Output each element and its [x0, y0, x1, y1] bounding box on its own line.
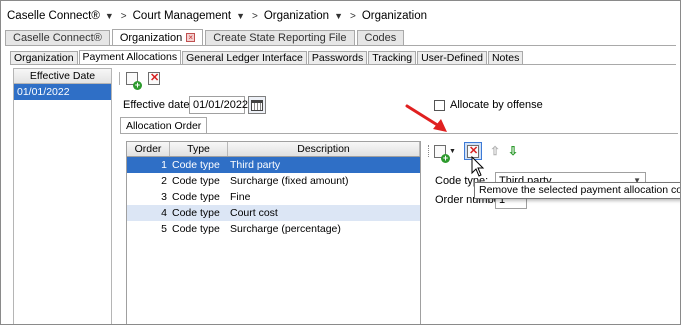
divider — [5, 45, 676, 46]
tab-allocation-order[interactable]: Allocation Order — [120, 117, 208, 134]
add-effective-date-button[interactable] — [124, 70, 142, 90]
cell-type: Code type — [172, 191, 220, 203]
chevron-down-icon[interactable]: ▼ — [449, 148, 456, 155]
cell-order: 4 — [161, 207, 167, 219]
move-down-icon[interactable]: ⇩ — [508, 142, 518, 160]
table-row[interactable]: 5 Code type Surcharge (percentage) — [127, 221, 420, 237]
cell-description: Court cost — [230, 207, 278, 219]
breadcrumb-item-organization[interactable]: Organization — [262, 10, 331, 22]
column-header-type[interactable]: Type — [170, 142, 228, 156]
breadcrumb-item-caselle-connect[interactable]: Caselle Connect® — [5, 10, 102, 22]
breadcrumb-separator: > — [349, 10, 356, 22]
tab-tracking[interactable]: Tracking — [368, 51, 417, 65]
tab-create-state-reporting-file[interactable]: Create State Reporting File — [205, 30, 355, 45]
tab-organization[interactable]: Organization × — [111, 29, 204, 45]
outer-tab-bar: Caselle Connect® Organization × Create St… — [5, 29, 406, 45]
cell-description: Fine — [230, 191, 251, 203]
cell-order: 5 — [161, 223, 167, 235]
table-row[interactable]: 2 Code type Surcharge (fixed amount) — [127, 173, 420, 189]
toolbar-separator — [119, 71, 120, 85]
tab-user-defined[interactable]: User-Defined — [417, 51, 487, 65]
cell-description: Surcharge (fixed amount) — [230, 175, 349, 187]
tab-passwords[interactable]: Passwords — [307, 51, 368, 65]
grid-header: Order Type Description — [127, 142, 420, 157]
tab-label: Organization — [119, 31, 183, 44]
divider — [120, 133, 678, 134]
cell-order: 3 — [161, 191, 167, 203]
column-header-description[interactable]: Description — [228, 142, 420, 156]
tab-codes[interactable]: Codes — [356, 30, 405, 45]
tab-organization-info[interactable]: Organization — [10, 51, 78, 65]
table-row[interactable]: 4 Code type Court cost — [127, 205, 420, 221]
mouse-cursor-icon — [471, 156, 485, 177]
tab-caselle-connect[interactable]: Caselle Connect® — [5, 30, 110, 45]
toolbar-grip — [428, 145, 430, 157]
allocation-grid: Order Type Description 1 Code type Third… — [126, 141, 421, 324]
effective-date-header: Effective Date — [14, 69, 111, 84]
cell-order: 1 — [161, 159, 167, 171]
tab-close-icon[interactable]: × — [186, 33, 196, 42]
cell-description: Third party — [230, 159, 281, 171]
table-row[interactable]: 3 Code type Fine — [127, 189, 420, 205]
column-header-order[interactable]: Order — [127, 142, 170, 156]
cell-type: Code type — [172, 207, 220, 219]
effective-date-input[interactable]: 01/01/2022 — [189, 96, 248, 114]
move-up-icon[interactable]: ⇧ — [490, 142, 500, 160]
tab-notes[interactable]: Notes — [487, 51, 524, 65]
chevron-down-icon[interactable]: ▼ — [102, 11, 117, 21]
breadcrumb: Caselle Connect® ▼ > Court Management ▼ … — [5, 7, 429, 25]
add-allocation-button[interactable]: ▼ — [434, 142, 456, 163]
inner-tab-bar: Organization Payment Allocations General… — [10, 50, 524, 65]
table-row[interactable]: 1 Code type Third party — [127, 157, 420, 173]
tab-general-ledger-interface[interactable]: General Ledger Interface — [182, 51, 307, 65]
tab-payment-allocations[interactable]: Payment Allocations — [78, 50, 182, 65]
divider — [10, 64, 676, 65]
tab-label: Create State Reporting File — [213, 32, 347, 44]
delete-effective-date-button[interactable] — [146, 70, 162, 86]
effective-date-label: Effective date: — [123, 99, 193, 111]
chevron-down-icon[interactable]: ▼ — [331, 11, 346, 21]
cell-type: Code type — [172, 159, 220, 171]
effective-date-list: Effective Date 01/01/2022 — [13, 68, 112, 324]
add-icon — [434, 144, 450, 163]
tab-label: Codes — [364, 32, 397, 44]
allocation-panel: Effective date: 01/01/2022 Allocate by o… — [115, 68, 680, 324]
tab-label: Caselle Connect® — [13, 32, 102, 44]
add-icon — [126, 71, 142, 90]
breadcrumb-item-court-management[interactable]: Court Management — [131, 10, 233, 22]
app-window: Caselle Connect® ▼ > Court Management ▼ … — [0, 0, 681, 325]
tooltip: Remove the selected payment allocation c… — [474, 182, 680, 199]
effective-date-row[interactable]: 01/01/2022 — [14, 84, 111, 100]
allocate-by-offense-label: Allocate by offense — [450, 99, 543, 111]
breadcrumb-item-organization-current[interactable]: Organization — [360, 10, 429, 22]
breadcrumb-separator: > — [120, 10, 127, 22]
breadcrumb-separator: > — [252, 10, 258, 22]
calendar-button[interactable] — [248, 96, 266, 114]
chevron-down-icon[interactable]: ▼ — [233, 11, 248, 21]
delete-icon — [148, 71, 160, 85]
cell-order: 2 — [161, 175, 167, 187]
cell-description: Surcharge (percentage) — [230, 223, 341, 235]
annotation-arrow-icon — [405, 104, 447, 132]
cell-type: Code type — [172, 175, 220, 187]
calendar-icon — [251, 99, 263, 111]
allocate-by-offense-checkbox[interactable]: Allocate by offense — [434, 99, 543, 111]
effective-date-toolbar — [119, 70, 168, 90]
cell-type: Code type — [172, 223, 220, 235]
